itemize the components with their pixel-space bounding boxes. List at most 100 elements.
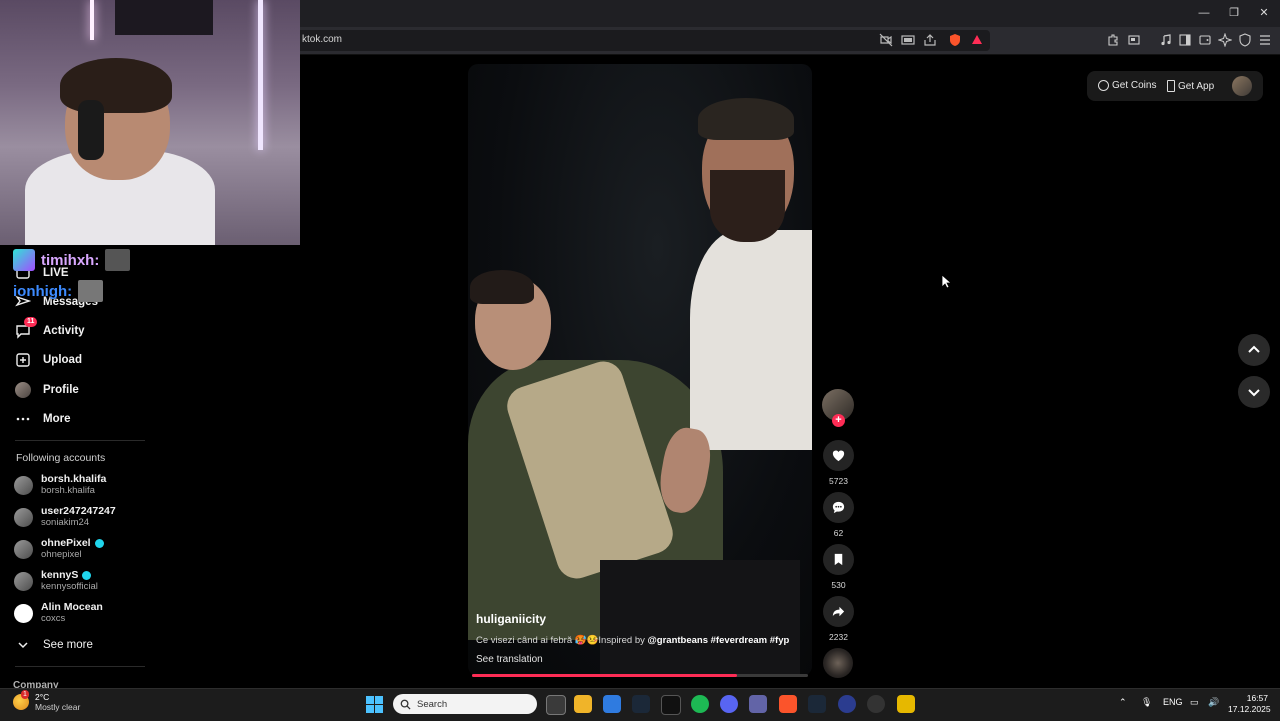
discord-icon[interactable] — [720, 695, 738, 713]
video-progress-bar[interactable] — [472, 674, 808, 677]
brave-shield-icon[interactable] — [948, 33, 962, 47]
sidebar-item-more[interactable]: More — [15, 411, 70, 427]
extensions-icon[interactable] — [1106, 33, 1120, 47]
avatar — [14, 603, 33, 623]
sidebar-item-label: Profile — [43, 384, 79, 396]
like-button[interactable] — [823, 440, 854, 471]
comment-icon — [832, 501, 845, 514]
activity-icon: 11 — [15, 317, 38, 339]
sidebar-item-label: Activity — [43, 325, 85, 337]
video-scene — [600, 560, 800, 676]
microphone-icon[interactable]: 🎙 — [1141, 697, 1152, 708]
chat-badge-icon — [13, 249, 35, 271]
share-button[interactable] — [823, 596, 854, 627]
avatar — [14, 539, 33, 559]
taskbar-clock[interactable]: 16:57 17.12.2025 — [1228, 693, 1271, 715]
following-account-item[interactable]: borsh.khalifa borsh.khalifa — [14, 473, 106, 497]
search-icon — [400, 699, 411, 710]
mouse-cursor-icon — [941, 274, 951, 289]
tray-overflow-icon[interactable]: ⌃ — [1119, 697, 1127, 708]
user-avatar[interactable] — [1232, 76, 1252, 96]
windows-logo-icon — [366, 696, 374, 704]
account-username: ohnepixel — [41, 549, 82, 560]
video-scene — [710, 170, 785, 242]
share-arrow-icon — [832, 606, 845, 617]
spotify-icon[interactable] — [691, 695, 709, 713]
share-count: 2232 — [829, 632, 848, 642]
caption-text: Ce visezi când ai febră 🥵🤒Inspired by — [476, 635, 648, 646]
get-coins-label: Get Coins — [1112, 80, 1157, 91]
video-scene — [690, 230, 812, 450]
steam-app-icon[interactable] — [808, 695, 826, 713]
chevron-down-icon — [15, 637, 31, 653]
sidebar-toggle-icon[interactable] — [1178, 33, 1192, 47]
weather-widget[interactable]: 1 2°C Mostly clear — [13, 690, 80, 712]
brave-rewards-icon[interactable] — [970, 33, 984, 47]
profile-icon — [15, 382, 31, 398]
see-more-label: See more — [43, 639, 93, 651]
sidebar-divider — [15, 666, 145, 667]
steam-icon[interactable] — [632, 695, 650, 713]
network-icon[interactable]: ▭ — [1190, 697, 1199, 708]
app-icon[interactable] — [897, 695, 915, 713]
following-account-item[interactable]: user247247247 soniakim24 — [14, 505, 116, 529]
leo-ai-icon[interactable] — [1218, 33, 1232, 47]
previous-video-button[interactable] — [1238, 334, 1270, 366]
vpn-shield-icon[interactable] — [1238, 33, 1252, 47]
like-count: 5723 — [829, 476, 848, 486]
next-video-button[interactable] — [1238, 376, 1270, 408]
volume-icon[interactable]: 🔊 — [1208, 697, 1219, 708]
teams-icon[interactable] — [749, 695, 767, 713]
url-text[interactable]: ktok.com — [302, 34, 342, 45]
menu-icon[interactable] — [1258, 33, 1272, 47]
app-icon[interactable] — [838, 695, 856, 713]
start-button[interactable] — [366, 696, 383, 713]
sidebar-item-activity[interactable]: 11 Activity — [15, 317, 85, 339]
see-more-button[interactable]: See more — [15, 637, 93, 653]
epic-games-icon[interactable] — [661, 695, 681, 715]
maximize-button[interactable]: ❐ — [1219, 4, 1249, 22]
task-view-icon[interactable] — [546, 695, 566, 715]
minimize-button[interactable]: — — [1189, 4, 1219, 22]
caption-tags[interactable]: @grantbeans #feverdream #fyp — [648, 635, 790, 646]
wallet-icon[interactable] — [1198, 33, 1212, 47]
comment-button[interactable] — [823, 492, 854, 523]
language-indicator[interactable]: ENG — [1163, 697, 1183, 707]
share-icon[interactable] — [923, 33, 937, 47]
verified-icon — [82, 570, 92, 580]
music-icon[interactable] — [1159, 33, 1173, 47]
more-icon — [15, 411, 31, 427]
video-author[interactable]: huliganiicity — [476, 612, 546, 626]
obs-icon[interactable] — [867, 695, 885, 713]
account-name: Alin Mocean — [41, 601, 103, 613]
taskbar-search-box[interactable]: Search — [393, 694, 537, 714]
heart-icon — [832, 450, 845, 462]
account-name: kennyS — [41, 569, 79, 581]
following-account-item[interactable]: Alin Mocean coxcs — [14, 601, 103, 625]
get-app-button[interactable]: Get App — [1167, 80, 1214, 92]
file-explorer-icon[interactable] — [574, 695, 592, 713]
video-progress-fill — [472, 674, 738, 677]
account-name: borsh.khalifa — [41, 473, 107, 485]
see-translation-link[interactable]: See translation — [476, 654, 543, 665]
phone-icon — [1167, 80, 1175, 92]
tab-icon[interactable] — [1127, 33, 1141, 47]
brave-browser-icon[interactable] — [779, 695, 797, 713]
activity-badge: 11 — [24, 317, 38, 327]
music-disc-icon[interactable] — [823, 648, 853, 678]
close-window-button[interactable]: ✕ — [1249, 4, 1279, 22]
following-account-item[interactable]: ohnePixel ohnepixel — [14, 537, 104, 561]
sidebar-item-upload[interactable]: Upload — [15, 352, 82, 368]
follow-plus-icon[interactable]: + — [832, 414, 845, 427]
save-button[interactable] — [823, 544, 854, 575]
sidebar-item-profile[interactable]: Profile — [15, 382, 79, 398]
microsoft-store-icon[interactable] — [603, 695, 621, 713]
get-coins-button[interactable]: Get Coins — [1098, 80, 1156, 91]
video-scene — [470, 270, 534, 304]
sidebar-item-label: Upload — [43, 354, 82, 366]
comment-count: 62 — [833, 528, 844, 538]
video-caption: Ce visezi când ai febră 🥵🤒Inspired by @g… — [476, 635, 812, 646]
following-account-item[interactable]: kennyS kennysofficial — [14, 569, 98, 593]
no-video-icon[interactable] — [879, 33, 893, 47]
cast-icon[interactable] — [901, 33, 915, 47]
